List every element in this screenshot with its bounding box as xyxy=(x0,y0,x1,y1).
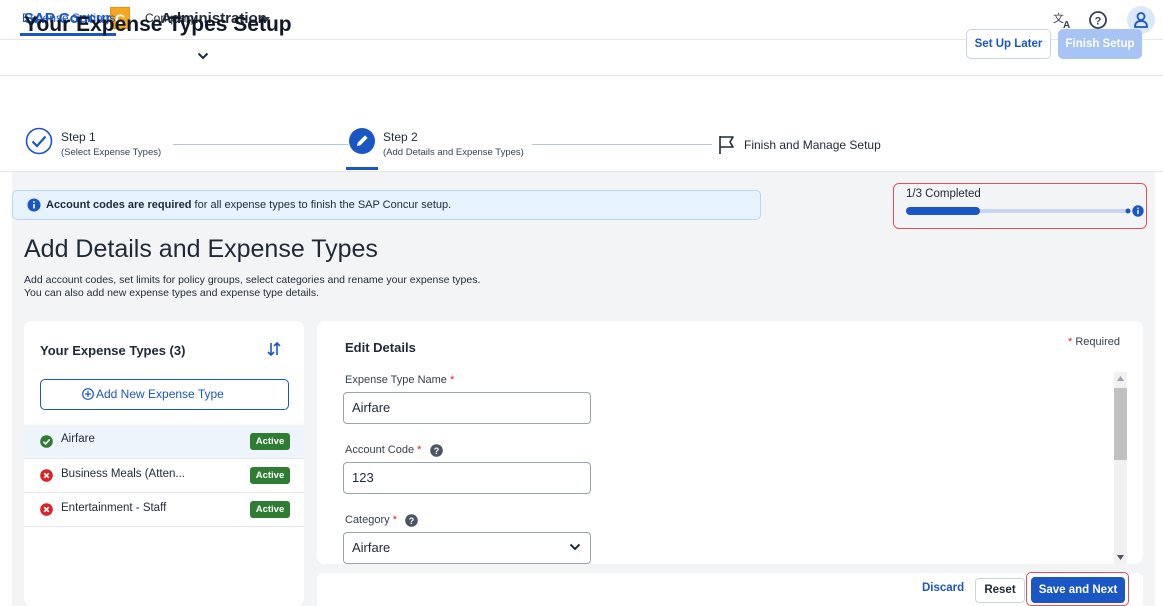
status-badge: Active xyxy=(250,467,290,484)
step-2-label: Step 2 xyxy=(383,130,418,144)
progress-end-dot xyxy=(1125,208,1131,214)
edit-details-panel xyxy=(317,321,1143,564)
expense-types-title: Your Expense Types (3) xyxy=(40,343,186,358)
scrollbar-thumb[interactable] xyxy=(1114,388,1127,460)
description-line-2: You can also add new expense types and e… xyxy=(24,287,319,299)
category-select[interactable]: Airfare xyxy=(343,532,591,564)
step-connector xyxy=(532,144,712,145)
account-code-label-text: Account Code xyxy=(345,444,415,456)
expense-type-name-field[interactable]: Airfare xyxy=(343,392,591,424)
chevron-down-icon[interactable] xyxy=(569,542,581,552)
page-description: Add account codes, set limits for policy… xyxy=(24,274,480,300)
svg-text:?: ? xyxy=(1095,16,1102,28)
current-step-indicator xyxy=(346,167,378,170)
plus-circle-icon xyxy=(82,388,94,400)
info-icon xyxy=(27,198,41,212)
expense-type-name: Business Meals (Atten... xyxy=(61,468,185,480)
alert-bold-text: Account codes are required xyxy=(46,199,192,211)
error-circle-icon xyxy=(40,503,53,516)
alert-rest-text: for all expense types to finish the SAP … xyxy=(191,199,452,211)
svg-text:?: ? xyxy=(409,516,415,526)
step-connector xyxy=(173,144,348,145)
step-3-label: Finish and Manage Setup xyxy=(744,138,881,152)
help-circle-icon[interactable]: ? xyxy=(405,514,418,527)
add-new-expense-type-label: Add New Expense Type xyxy=(96,387,224,401)
page-heading: Add Details and Expense Types xyxy=(24,235,378,263)
step-2-sublabel: (Add Details and Expense Types) xyxy=(383,147,524,158)
chevron-down-icon[interactable] xyxy=(197,51,209,61)
expense-type-name-label-text: Expense Type Name xyxy=(345,374,447,386)
category-label: Category * xyxy=(345,514,397,526)
progress-info-icon[interactable] xyxy=(1132,205,1144,217)
progress-label: 1/3 Completed xyxy=(906,188,981,200)
expense-type-name: Entertainment - Staff xyxy=(61,502,167,514)
save-and-next-button[interactable]: Save and Next xyxy=(1031,577,1125,603)
edit-details-title: Edit Details xyxy=(345,340,416,355)
status-badge: Active xyxy=(250,501,290,518)
scroll-up-arrow-icon[interactable] xyxy=(1117,376,1124,381)
reset-button[interactable]: Reset xyxy=(975,578,1025,603)
status-badge: Active xyxy=(250,433,290,450)
pencil-icon xyxy=(348,127,376,155)
discard-button[interactable]: Discard xyxy=(922,582,964,594)
sort-icon[interactable] xyxy=(266,341,282,357)
step-1-sublabel: (Select Expense Types) xyxy=(61,147,162,158)
help-circle-icon[interactable]: ? xyxy=(430,444,443,457)
description-line-1: Add account codes, set limits for policy… xyxy=(24,274,481,286)
setup-header xyxy=(0,77,1163,172)
required-note: * Required xyxy=(1068,336,1120,348)
alert-text: Account codes are required for all expen… xyxy=(46,199,451,211)
account-code-field[interactable]: 123 xyxy=(343,462,591,494)
expense-type-name-label: Expense Type Name * xyxy=(345,374,455,386)
category-label-text: Category xyxy=(345,514,390,526)
setup-title: Your Expense Types Setup xyxy=(24,13,292,36)
svg-text:?: ? xyxy=(434,446,440,456)
set-up-later-button[interactable]: Set Up Later xyxy=(966,29,1051,59)
finish-setup-button[interactable]: Finish Setup xyxy=(1058,29,1142,59)
error-circle-icon xyxy=(40,469,53,482)
account-code-label: Account Code * xyxy=(345,444,422,456)
scroll-down-arrow-icon[interactable] xyxy=(1117,555,1124,560)
flag-icon xyxy=(717,135,737,155)
step-1-label: Step 1 xyxy=(61,130,96,144)
required-note-text: Required xyxy=(1075,336,1120,348)
progress-fill xyxy=(906,207,980,215)
expense-type-name: Airfare xyxy=(61,433,95,445)
check-circle-icon xyxy=(25,127,53,155)
check-circle-icon xyxy=(40,435,53,448)
